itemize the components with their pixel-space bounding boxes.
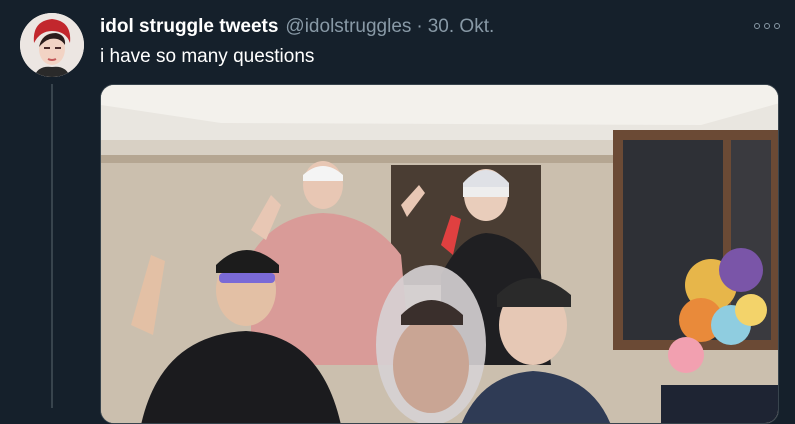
avatar[interactable] xyxy=(20,13,84,77)
tweet-header: idol struggle tweets @idolstruggles · 30… xyxy=(100,14,494,40)
display-name[interactable]: idol struggle tweets xyxy=(100,16,278,38)
thread-line xyxy=(51,84,53,408)
more-options-icon[interactable] xyxy=(754,18,780,34)
tweet-text: i have so many questions xyxy=(100,46,315,67)
more-dot xyxy=(754,23,760,29)
more-dot xyxy=(774,23,780,29)
tweet-date[interactable]: 30. Okt. xyxy=(428,16,495,38)
more-dot xyxy=(764,23,770,29)
user-handle[interactable]: @idolstruggles xyxy=(285,16,411,38)
tweet-media-photo[interactable] xyxy=(100,84,779,424)
separator-dot: · xyxy=(416,16,423,37)
